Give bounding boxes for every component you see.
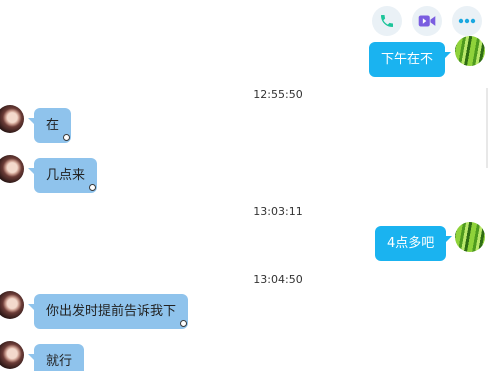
my-avatar[interactable]: [455, 36, 485, 66]
message-timestamp: 13:04:50: [253, 273, 303, 286]
message-text: 就行: [46, 354, 73, 369]
read-status-icon: [89, 184, 97, 191]
message-bubble-outgoing[interactable]: 4点多吧: [375, 226, 453, 261]
contact-avatar[interactable]: [0, 105, 24, 133]
read-status-icon: [180, 320, 188, 327]
video-call-button[interactable]: [412, 6, 442, 36]
message-text: 4点多吧: [387, 236, 435, 251]
contact-avatar[interactable]: [0, 291, 24, 319]
message-text: 下午在不: [381, 52, 434, 67]
message-timestamp: 13:03:11: [253, 205, 303, 218]
my-avatar[interactable]: [455, 222, 485, 252]
chat-toolbar: [372, 6, 482, 36]
message-bubble-incoming[interactable]: 就行: [27, 344, 85, 371]
voice-call-button[interactable]: [372, 6, 402, 36]
contact-avatar[interactable]: [0, 155, 24, 183]
contact-avatar[interactable]: [0, 341, 24, 369]
message-text: 在: [46, 118, 60, 133]
message-bubble-outgoing[interactable]: 下午在不: [369, 42, 452, 77]
read-status-icon: [63, 134, 71, 141]
video-call-icon: [418, 15, 436, 27]
phone-icon: [381, 15, 393, 27]
more-options-button[interactable]: [452, 6, 482, 36]
message-text: 你出发时提前告诉我下: [46, 304, 177, 319]
message-timestamp: 12:55:50: [253, 88, 303, 101]
message-bubble-incoming[interactable]: 几点来: [27, 158, 98, 193]
more-icon: [458, 18, 476, 24]
message-bubble-incoming[interactable]: 你出发时提前告诉我下: [27, 294, 189, 329]
message-text: 几点来: [46, 168, 86, 183]
message-bubble-incoming[interactable]: 在: [27, 108, 72, 143]
